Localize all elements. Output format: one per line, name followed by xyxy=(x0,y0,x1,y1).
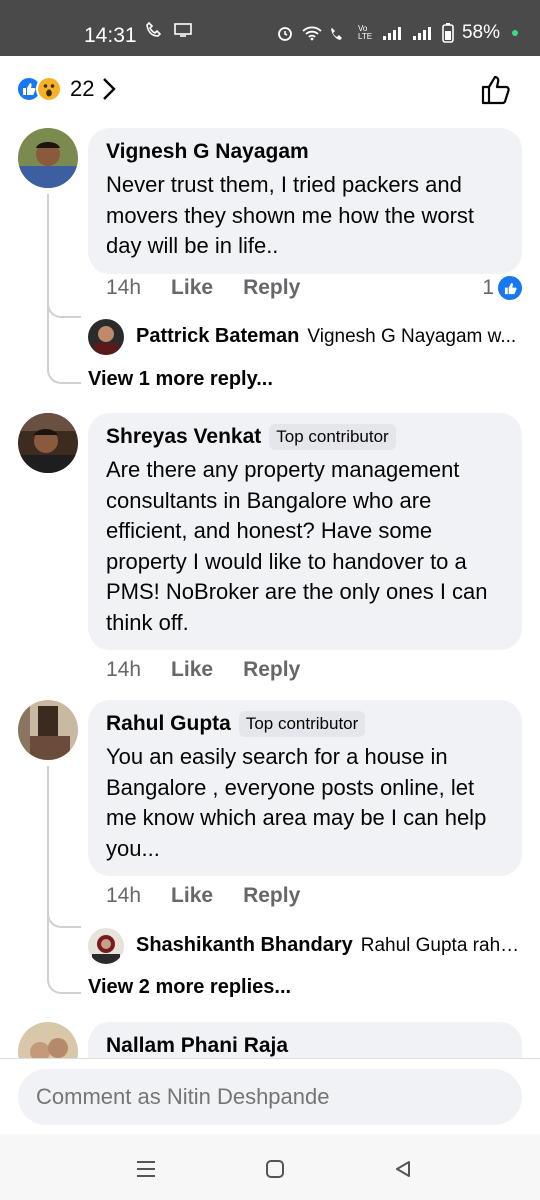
battery-icon xyxy=(442,23,454,43)
view-more-replies[interactable]: View 1 more reply... xyxy=(88,368,273,391)
comment-actions: 14h Like Reply xyxy=(106,658,300,682)
comment-input[interactable] xyxy=(18,1069,522,1125)
comment-time: 14h xyxy=(106,276,142,299)
comment-actions: 14h Like Reply xyxy=(106,884,300,908)
like-button[interactable]: Like xyxy=(171,884,213,908)
reaction-count-value: 1 xyxy=(482,276,494,299)
comment-time: 14h xyxy=(106,884,142,907)
view-more-replies[interactable]: View 2 more replies... xyxy=(88,976,291,999)
status-time: 14:31 xyxy=(84,24,137,47)
wow-reaction-icon xyxy=(36,76,62,102)
comment-text: Never trust them, I tried packers and mo… xyxy=(106,172,475,258)
avatar[interactable] xyxy=(18,413,78,473)
battery-percent: 58% xyxy=(461,22,500,43)
top-contributor-badge[interactable]: Top contributor xyxy=(269,424,396,450)
reply-preview[interactable]: Shashikanth Bhandary Rahul Gupta rahul..… xyxy=(88,934,522,957)
reply-preview[interactable]: Pattrick Bateman Vignesh G Nayagam w... xyxy=(88,325,518,348)
thread-line xyxy=(47,766,49,928)
comment-author[interactable]: Rahul Gupta xyxy=(106,712,231,736)
thread-connector xyxy=(47,910,81,994)
privacy-dot-icon xyxy=(512,30,518,36)
chevron-right-icon[interactable] xyxy=(102,77,117,101)
status-right-icons: Vo LTE 58% xyxy=(276,22,518,44)
comment-text: You an easily search for a house in Bang… xyxy=(106,744,487,861)
top-contributor-badge[interactable]: Top contributor xyxy=(238,711,366,737)
like-post-button[interactable] xyxy=(480,74,512,111)
reply-author[interactable]: Pattrick Bateman xyxy=(136,325,299,348)
reply-author[interactable]: Shashikanth Bhandary xyxy=(136,934,353,957)
reply-snippet: Vignesh G Nayagam w... xyxy=(307,325,517,347)
menu-lines-icon xyxy=(137,1161,155,1177)
alarm-icon xyxy=(278,27,292,41)
avatar[interactable] xyxy=(18,128,78,188)
comment-time: 14h xyxy=(106,658,142,681)
signal-icon-2 xyxy=(412,27,431,40)
back-button[interactable] xyxy=(388,1154,418,1184)
reaction-count: 22 xyxy=(70,76,95,101)
comments-sheet: 22 Vignesh G Nayagam Never trust them, I… xyxy=(0,56,540,1134)
wifi-icon xyxy=(302,26,322,41)
system-nav-bar xyxy=(0,1134,540,1200)
comment-bubble[interactable]: Shreyas Venkat Top contributor Are there… xyxy=(88,413,522,650)
reply-button[interactable]: Reply xyxy=(243,658,300,682)
like-button[interactable]: Like xyxy=(171,658,213,682)
comment-bubble[interactable]: Vignesh G Nayagam Never trust them, I tr… xyxy=(88,128,522,274)
like-button[interactable]: Like xyxy=(171,276,213,300)
volte-label: Vo LTE xyxy=(357,24,373,41)
phone-icon xyxy=(146,22,162,37)
thread-connector xyxy=(47,300,81,384)
comment-author[interactable]: Shreyas Venkat xyxy=(106,425,261,449)
comment-text: Are there any property management consul… xyxy=(106,457,488,635)
screen-icon xyxy=(174,23,192,37)
wifi-call-icon xyxy=(330,28,342,40)
reply-button[interactable]: Reply xyxy=(243,884,300,908)
comment-author[interactable]: Nallam Phani Raja xyxy=(106,1034,288,1058)
reaction-summary[interactable]: 22 xyxy=(16,76,117,102)
like-icon xyxy=(498,276,522,300)
comment-author[interactable]: Vignesh G Nayagam xyxy=(106,140,309,164)
status-left-icons xyxy=(146,22,192,38)
thumbs-up-icon xyxy=(481,75,510,105)
reply-snippet: Rahul Gupta rahul... xyxy=(360,934,522,956)
reply-button[interactable]: Reply xyxy=(243,276,300,300)
avatar[interactable] xyxy=(18,700,78,760)
recent-apps-button[interactable] xyxy=(131,1154,161,1184)
comment-reaction-count[interactable]: 1 xyxy=(482,276,522,300)
comment-actions: 14h Like Reply xyxy=(106,276,300,300)
home-square-icon xyxy=(266,1160,284,1178)
back-triangle-icon xyxy=(396,1161,410,1177)
home-button[interactable] xyxy=(260,1154,290,1184)
comment-bubble[interactable]: Rahul Gupta Top contributor You an easil… xyxy=(88,700,522,876)
comment-composer xyxy=(0,1058,540,1134)
signal-icon xyxy=(382,27,401,40)
status-bar: 14:31 Vo LTE 58% xyxy=(0,0,540,56)
